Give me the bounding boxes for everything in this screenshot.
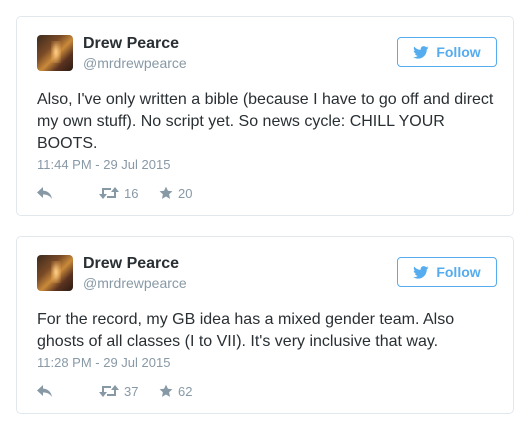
reply-icon	[37, 186, 52, 199]
avatar[interactable]	[37, 35, 73, 71]
reply-button[interactable]	[37, 183, 53, 203]
avatar[interactable]	[37, 255, 73, 291]
tweet-card: Drew Pearce @mrdrewpearce Follow For the…	[16, 236, 514, 414]
tweet-text: Also, I've only written a bible (because…	[37, 91, 494, 152]
reply-button[interactable]	[37, 381, 53, 401]
star-icon	[159, 186, 173, 199]
follow-label: Follow	[436, 264, 481, 280]
follow-label: Follow	[436, 44, 481, 60]
retweet-icon	[99, 385, 119, 397]
favorite-button[interactable]: 62	[159, 381, 192, 401]
reply-icon	[37, 384, 52, 397]
favorite-count: 20	[178, 185, 193, 201]
author-handle[interactable]: @mrdrewpearce	[83, 275, 187, 291]
favorite-button[interactable]: 20	[159, 183, 192, 203]
author-name[interactable]: Drew Pearce	[83, 255, 179, 273]
follow-button[interactable]: Follow	[397, 257, 497, 287]
tweet-timestamp[interactable]: 11:44 PM - 29 Jul 2015	[37, 157, 170, 172]
follow-button[interactable]: Follow	[397, 37, 497, 67]
retweet-icon	[99, 187, 119, 199]
author-handle[interactable]: @mrdrewpearce	[83, 55, 187, 71]
tweet-card: Drew Pearce @mrdrewpearce Follow Also, I…	[16, 16, 514, 216]
twitter-bird-icon	[413, 265, 429, 279]
author-name[interactable]: Drew Pearce	[83, 35, 179, 53]
tweet-text: For the record, my GB idea has a mixed g…	[37, 311, 455, 350]
tweet-timestamp[interactable]: 11:28 PM - 29 Jul 2015	[37, 355, 170, 370]
twitter-bird-icon	[413, 45, 429, 59]
retweet-button[interactable]: 16	[99, 183, 138, 203]
retweet-count: 37	[124, 383, 139, 399]
favorite-count: 62	[178, 383, 193, 399]
retweet-count: 16	[124, 185, 139, 201]
retweet-button[interactable]: 37	[99, 381, 138, 401]
star-icon	[159, 384, 173, 397]
